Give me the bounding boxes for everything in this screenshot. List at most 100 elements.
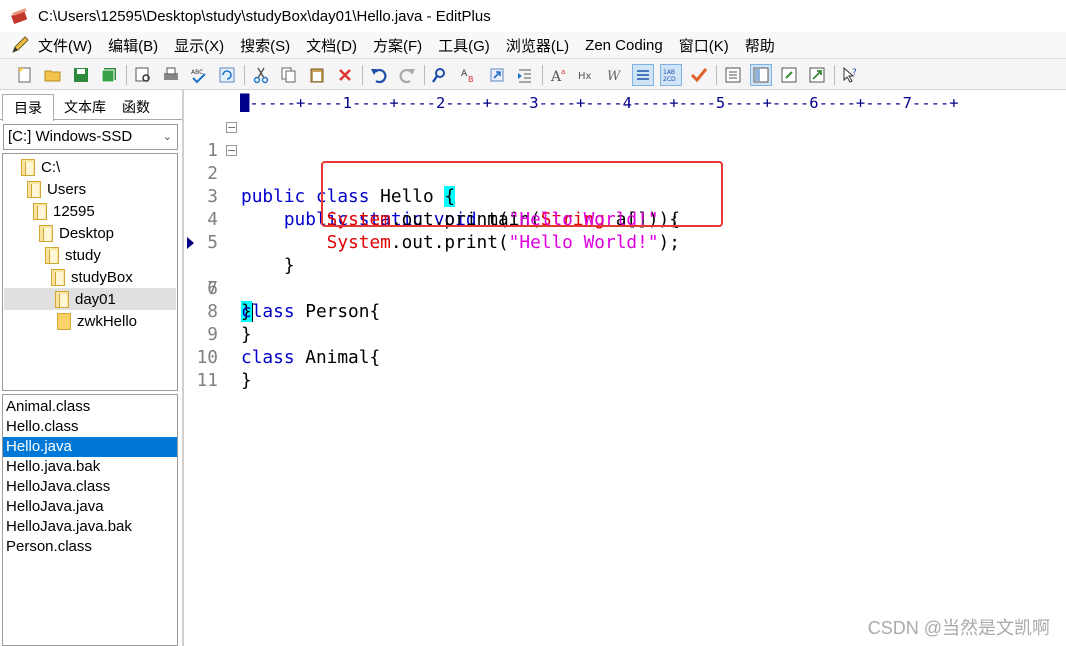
tree-item-zwkhello[interactable]: zwkHello bbox=[57, 310, 137, 332]
help-cursor-icon[interactable]: ? bbox=[840, 64, 862, 86]
file-item[interactable]: Person.class bbox=[3, 537, 177, 557]
menu-edit[interactable]: 编辑(B) bbox=[100, 35, 166, 56]
folder-open-icon bbox=[33, 202, 47, 220]
file-item[interactable]: Hello.class bbox=[3, 417, 177, 437]
hex-icon[interactable]: Hx bbox=[576, 64, 598, 86]
find-icon[interactable] bbox=[430, 64, 452, 86]
print-preview-icon[interactable] bbox=[132, 64, 154, 86]
tree-item-desktop[interactable]: Desktop bbox=[39, 222, 114, 244]
folder-open-icon bbox=[27, 180, 41, 198]
drive-select-value: [C:] Windows-SSD bbox=[8, 128, 133, 145]
replace-icon[interactable]: AB bbox=[458, 64, 480, 86]
output-window-icon[interactable] bbox=[778, 64, 800, 86]
file-item[interactable]: Hello.java.bak bbox=[3, 457, 177, 477]
tree-item-users[interactable]: Users bbox=[27, 178, 86, 200]
svg-text:?: ? bbox=[852, 68, 857, 78]
menu-window[interactable]: 窗口(K) bbox=[671, 35, 737, 56]
code-line: 9 class Animal{ bbox=[184, 300, 1066, 368]
refresh-icon[interactable] bbox=[216, 64, 238, 86]
column-ruler: █-----+----1----+----2----+----3----+---… bbox=[240, 94, 959, 112]
save-all-icon[interactable] bbox=[98, 64, 120, 86]
chevron-down-icon[interactable]: ⌄ bbox=[163, 125, 172, 149]
code-area[interactable]: 1 − public class Hello { 2 − public stat… bbox=[184, 116, 1066, 391]
word-wrap-icon[interactable]: W bbox=[604, 64, 626, 86]
copy-icon[interactable] bbox=[278, 64, 300, 86]
pencil-icon bbox=[12, 36, 29, 53]
code-line: 10 } bbox=[184, 323, 1066, 391]
undo-icon[interactable] bbox=[368, 64, 390, 86]
code-line: 11 bbox=[184, 346, 1066, 391]
tab-cliptext[interactable]: 文本库 bbox=[56, 94, 114, 120]
new-file-icon[interactable] bbox=[14, 64, 36, 86]
title-bar: C:\Users\12595\Desktop\study\studyBox\da… bbox=[0, 0, 1066, 32]
svg-text:Hx: Hx bbox=[578, 71, 592, 82]
menu-browser[interactable]: 浏览器(L) bbox=[498, 35, 577, 56]
line-number: 11 bbox=[196, 370, 218, 391]
svg-text:B: B bbox=[468, 75, 474, 84]
file-item[interactable]: Animal.class bbox=[3, 397, 177, 417]
folder-open-icon bbox=[55, 290, 69, 308]
menu-bar: 文件(W) 编辑(B) 显示(X) 搜索(S) 文档(D) 方案(F) 工具(G… bbox=[0, 32, 1066, 58]
print-icon[interactable] bbox=[160, 64, 182, 86]
folder-open-icon bbox=[21, 158, 35, 176]
drive-select[interactable]: [C:] Windows-SSD ⌄ bbox=[3, 124, 178, 150]
sidebar-tabs: 目录 文本库 函数 bbox=[0, 94, 182, 121]
highlight-annotation-box bbox=[321, 161, 723, 227]
code-line: 7 class Person{ bbox=[184, 254, 1066, 322]
menu-view[interactable]: 显示(X) bbox=[166, 35, 232, 56]
ruler-toggle-icon[interactable]: 1AB 2CD bbox=[660, 64, 682, 86]
folder-tree: C:\ Users 12595 Desktop study studyBox d… bbox=[2, 153, 178, 391]
directory-window-icon[interactable] bbox=[750, 64, 772, 86]
indent-icon[interactable] bbox=[514, 64, 536, 86]
menu-help[interactable]: 帮助 bbox=[737, 35, 783, 56]
folder-icon bbox=[57, 312, 71, 330]
paste-icon[interactable] bbox=[306, 64, 328, 86]
tree-item-12595[interactable]: 12595 bbox=[33, 200, 95, 222]
file-item[interactable]: HelloJava.java.bak bbox=[3, 517, 177, 537]
delete-icon[interactable] bbox=[334, 64, 356, 86]
toolbar: ABC AB Aa Hx W 1AB 2CD ? bbox=[0, 58, 1066, 90]
code-line: 1 − public class Hello { bbox=[184, 116, 1066, 207]
menu-project[interactable]: 方案(F) bbox=[365, 35, 430, 56]
goto-icon[interactable] bbox=[486, 64, 508, 86]
check-icon[interactable] bbox=[688, 64, 710, 86]
fold-collapse-icon[interactable]: − bbox=[226, 122, 237, 133]
watermark: CSDN @当然是文凯啊 bbox=[867, 618, 1050, 638]
line-number-toggle-icon[interactable] bbox=[632, 64, 654, 86]
code-line-current: 6 } bbox=[184, 231, 1066, 322]
browser-preview-icon[interactable] bbox=[806, 64, 828, 86]
spellcheck-icon[interactable]: ABC bbox=[188, 64, 210, 86]
font-icon[interactable]: Aa bbox=[548, 64, 570, 86]
file-item[interactable]: HelloJava.java bbox=[3, 497, 177, 517]
folder-open-icon bbox=[45, 246, 59, 264]
menu-tools[interactable]: 工具(G) bbox=[430, 35, 498, 56]
save-icon[interactable] bbox=[70, 64, 92, 86]
cut-icon[interactable] bbox=[250, 64, 272, 86]
tree-item-c-drive[interactable]: C:\ bbox=[21, 156, 60, 178]
menu-file[interactable]: 文件(W) bbox=[30, 35, 100, 56]
redo-icon[interactable] bbox=[396, 64, 418, 86]
tab-directory[interactable]: 目录 bbox=[2, 94, 54, 121]
svg-text:A: A bbox=[461, 69, 468, 79]
ruler-cursor-marker: █ bbox=[240, 94, 250, 112]
window-title: C:\Users\12595\Desktop\study\studyBox\da… bbox=[38, 7, 491, 25]
svg-text:a: a bbox=[561, 68, 565, 76]
tree-item-day01[interactable]: day01 bbox=[4, 288, 176, 310]
file-item-selected[interactable]: Hello.java bbox=[3, 437, 177, 457]
tab-functions[interactable]: 函数 bbox=[114, 94, 158, 120]
svg-text:W: W bbox=[607, 69, 622, 84]
svg-text:ABC: ABC bbox=[191, 69, 203, 76]
folder-open-icon bbox=[51, 268, 65, 286]
open-folder-icon[interactable] bbox=[42, 64, 64, 86]
menu-document[interactable]: 文档(D) bbox=[298, 35, 365, 56]
menu-search[interactable]: 搜索(S) bbox=[232, 35, 298, 56]
document-view-icon[interactable] bbox=[722, 64, 744, 86]
file-item[interactable]: HelloJava.class bbox=[3, 477, 177, 497]
menu-zen-coding[interactable]: Zen Coding bbox=[577, 37, 671, 54]
tree-item-studybox[interactable]: studyBox bbox=[51, 266, 133, 288]
folder-open-icon bbox=[39, 224, 53, 242]
tree-item-study[interactable]: study bbox=[45, 244, 101, 266]
fold-collapse-icon[interactable]: − bbox=[226, 145, 237, 156]
file-list: Animal.class Hello.class Hello.java Hell… bbox=[2, 394, 178, 646]
code-line: 8 } bbox=[184, 277, 1066, 345]
